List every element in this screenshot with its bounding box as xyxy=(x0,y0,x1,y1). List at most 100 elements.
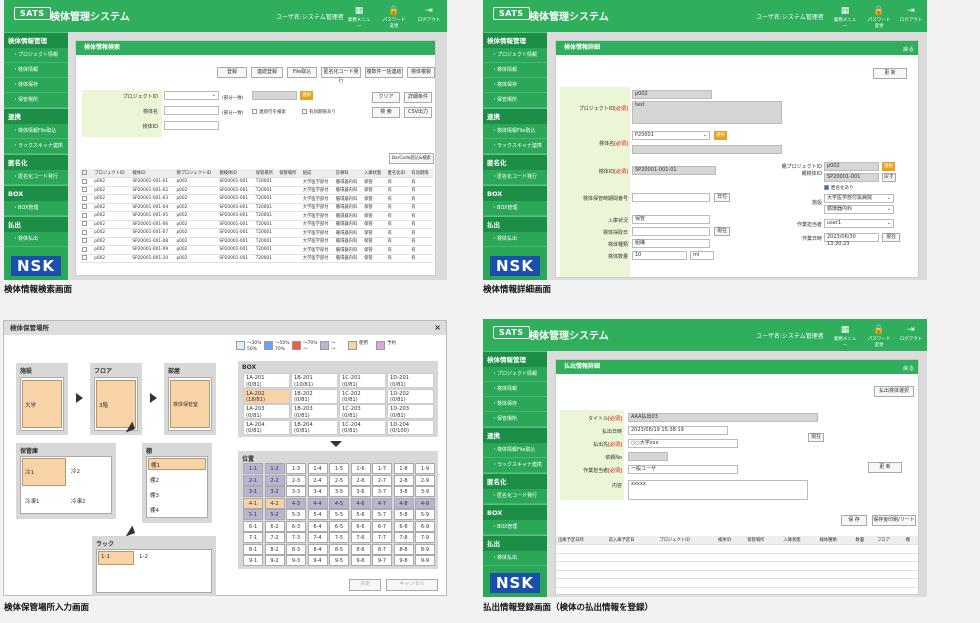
position-cell[interactable]: 8-3 xyxy=(286,543,306,555)
sidebar-item[interactable]: ・検体保存 xyxy=(483,78,547,93)
table-row[interactable] xyxy=(556,587,918,596)
checkbox[interactable] xyxy=(82,195,87,201)
checkbox[interactable] xyxy=(82,204,87,210)
box-cell[interactable]: 1B-201 (10/81) xyxy=(291,373,338,388)
now-button[interactable]: 現在 xyxy=(808,433,824,442)
position-cell[interactable]: 5-9 xyxy=(415,509,435,520)
field-input[interactable]: 2023/06/19 15:38:19 xyxy=(628,426,728,435)
position-cell[interactable]: 1-2 xyxy=(264,463,285,474)
table-row[interactable]: p002 SP20001-001-01 p002 SP20001-001 T20001 大… xyxy=(80,177,433,187)
position-cell[interactable]: 3-1 xyxy=(243,486,263,497)
position-cell[interactable]: 8-6 xyxy=(350,543,371,555)
field-input[interactable] xyxy=(632,227,710,236)
field-input[interactable]: 組織 xyxy=(632,239,710,248)
register-button[interactable]: 登録 xyxy=(217,67,247,78)
table-row[interactable]: p002 SP20001-001-08 p002 SP20001-001 T20001 大… xyxy=(80,237,433,246)
table-row[interactable] xyxy=(556,553,918,562)
sidebar-item[interactable]: ・ラックスキャナ連携 xyxy=(483,139,547,154)
position-cell[interactable]: 7-8 xyxy=(393,532,414,543)
sidebar-item[interactable]: ・プロジェクト情報 xyxy=(483,367,547,382)
position-cell[interactable]: 9-5 xyxy=(329,555,349,566)
sidebar-item[interactable]: ・検体情報File取込 xyxy=(483,124,547,139)
position-cell[interactable]: 6-4 xyxy=(307,520,328,532)
checkbox[interactable] xyxy=(82,212,87,218)
update-button[interactable]: 更 新 xyxy=(873,68,907,79)
position-cell[interactable]: 5-8 xyxy=(393,509,414,520)
position-cell[interactable]: 9-4 xyxy=(307,555,328,566)
box-cell[interactable]: 1A-204 (0/81) xyxy=(243,419,290,435)
box-cell[interactable]: 1C-204 (0/81) xyxy=(339,419,386,435)
position-cell[interactable]: 3-6 xyxy=(350,486,371,497)
position-cell[interactable]: 6-8 xyxy=(393,520,414,532)
checkbox[interactable] xyxy=(82,187,87,193)
sidebar-item[interactable]: ・検体払出 xyxy=(4,232,68,247)
logout-button[interactable]: ⇥ ログアウト xyxy=(899,324,923,342)
table-row[interactable]: p002 SP20001-001-04 p002 SP20001-001 T20001 大… xyxy=(80,203,433,212)
calendar-button[interactable]: 日付 xyxy=(714,193,730,202)
position-cell[interactable]: 1-7 xyxy=(372,463,392,474)
box-cell[interactable]: 1C-201 (0/81) xyxy=(339,373,386,388)
rack-item[interactable]: 1-2 xyxy=(139,554,148,560)
sidebar-item[interactable]: ・検体情報 xyxy=(4,63,68,78)
detail-conditions-button[interactable]: 詳細条件 xyxy=(404,92,432,103)
field-input[interactable] xyxy=(628,452,668,461)
box-cell[interactable]: 1D-202 (0/81) xyxy=(387,388,434,404)
position-cell[interactable]: 3-3 xyxy=(286,486,306,497)
sidebar-item[interactable]: ・匿名化コード発行 xyxy=(4,170,68,185)
update-button[interactable]: 更 新 xyxy=(868,462,902,473)
checkbox[interactable] xyxy=(252,109,257,114)
position-cell[interactable]: 6-9 xyxy=(415,520,435,532)
position-cell[interactable]: 7-9 xyxy=(415,532,435,543)
password-button[interactable]: 🔒 パスワード変更 xyxy=(867,324,891,348)
field-input[interactable]: AAA払出03 xyxy=(628,413,818,422)
position-cell[interactable]: 7-2 xyxy=(264,532,285,543)
storage-item[interactable]: 冷2 xyxy=(71,467,80,475)
sidebar-item[interactable]: ・プロジェクト情報 xyxy=(4,48,68,63)
checkbox[interactable] xyxy=(82,178,87,184)
unit-select[interactable]: ml xyxy=(690,251,714,260)
shelf-item[interactable]: 棚4 xyxy=(150,506,159,514)
position-cell[interactable]: 4-9 xyxy=(415,497,435,509)
position-cell[interactable]: 4-5 xyxy=(329,497,349,509)
position-cell[interactable]: 6-7 xyxy=(372,520,392,532)
table-row[interactable] xyxy=(556,544,918,554)
created-field[interactable]: 2023/06/30 13:30:23 xyxy=(824,233,879,247)
position-cell[interactable]: 7-6 xyxy=(350,532,371,543)
sidebar-item[interactable]: ・保管場所 xyxy=(483,93,547,108)
clear-button[interactable]: クリア xyxy=(372,92,400,103)
sidebar-item[interactable]: ・検体情報 xyxy=(483,63,547,78)
position-cell[interactable]: 9-2 xyxy=(264,555,285,566)
sidebar-item[interactable]: ・検体保存 xyxy=(483,397,547,412)
position-cell[interactable]: 1-8 xyxy=(393,463,414,474)
select-button[interactable]: 選択 xyxy=(300,91,313,100)
password-button[interactable]: 🔒 パスワード変更 xyxy=(382,5,406,29)
parent-select-button[interactable]: 選択 xyxy=(882,162,895,171)
sidebar-item[interactable]: ・ラックスキャナ連携 xyxy=(483,458,547,473)
menu-button[interactable]: ▦ 業務メニュー xyxy=(347,5,371,29)
position-cell[interactable]: 4-6 xyxy=(350,497,371,509)
position-cell[interactable]: 5-3 xyxy=(286,509,306,520)
position-cell[interactable]: 8-2 xyxy=(264,543,285,555)
facility-item[interactable]: 大学 xyxy=(22,380,62,428)
position-cell[interactable]: 5-1 xyxy=(243,509,263,520)
sidebar-item[interactable]: ・検体情報File取込 xyxy=(483,443,547,458)
field-input[interactable] xyxy=(632,193,710,202)
file-import-button[interactable]: File取込 xyxy=(287,67,317,78)
field-input[interactable]: xxxxx xyxy=(628,480,808,500)
sidebar-item[interactable]: ・検体払出 xyxy=(483,232,547,247)
sampleid-input[interactable] xyxy=(164,121,219,130)
checkbox[interactable] xyxy=(82,229,87,235)
position-cell[interactable]: 8-8 xyxy=(393,543,414,555)
field-input[interactable]: 一般ユーザ xyxy=(628,465,738,474)
storage-item[interactable]: 冷凍2 xyxy=(71,497,86,505)
facility-select[interactable]: 大学医学部付属病院 ⌄ xyxy=(824,194,894,203)
ok-button[interactable]: 決定 xyxy=(349,579,381,591)
position-cell[interactable]: 4-4 xyxy=(307,497,328,509)
box-cell[interactable]: 1C-202 (0/81) xyxy=(339,388,386,404)
table-row[interactable]: p002 SP20001-001-06 p002 SP20001-001 T20001 大… xyxy=(80,220,433,229)
table-row[interactable]: p002 SP20001-001-05 p002 SP20001-001 T20001 大… xyxy=(80,211,433,221)
close-icon[interactable]: × xyxy=(434,321,441,335)
back-link[interactable]: 戻る xyxy=(903,364,914,372)
box-cell[interactable]: 1A-203 (0/81) xyxy=(243,404,290,419)
box-cell[interactable]: 1B-204 (0/81) xyxy=(291,419,338,435)
